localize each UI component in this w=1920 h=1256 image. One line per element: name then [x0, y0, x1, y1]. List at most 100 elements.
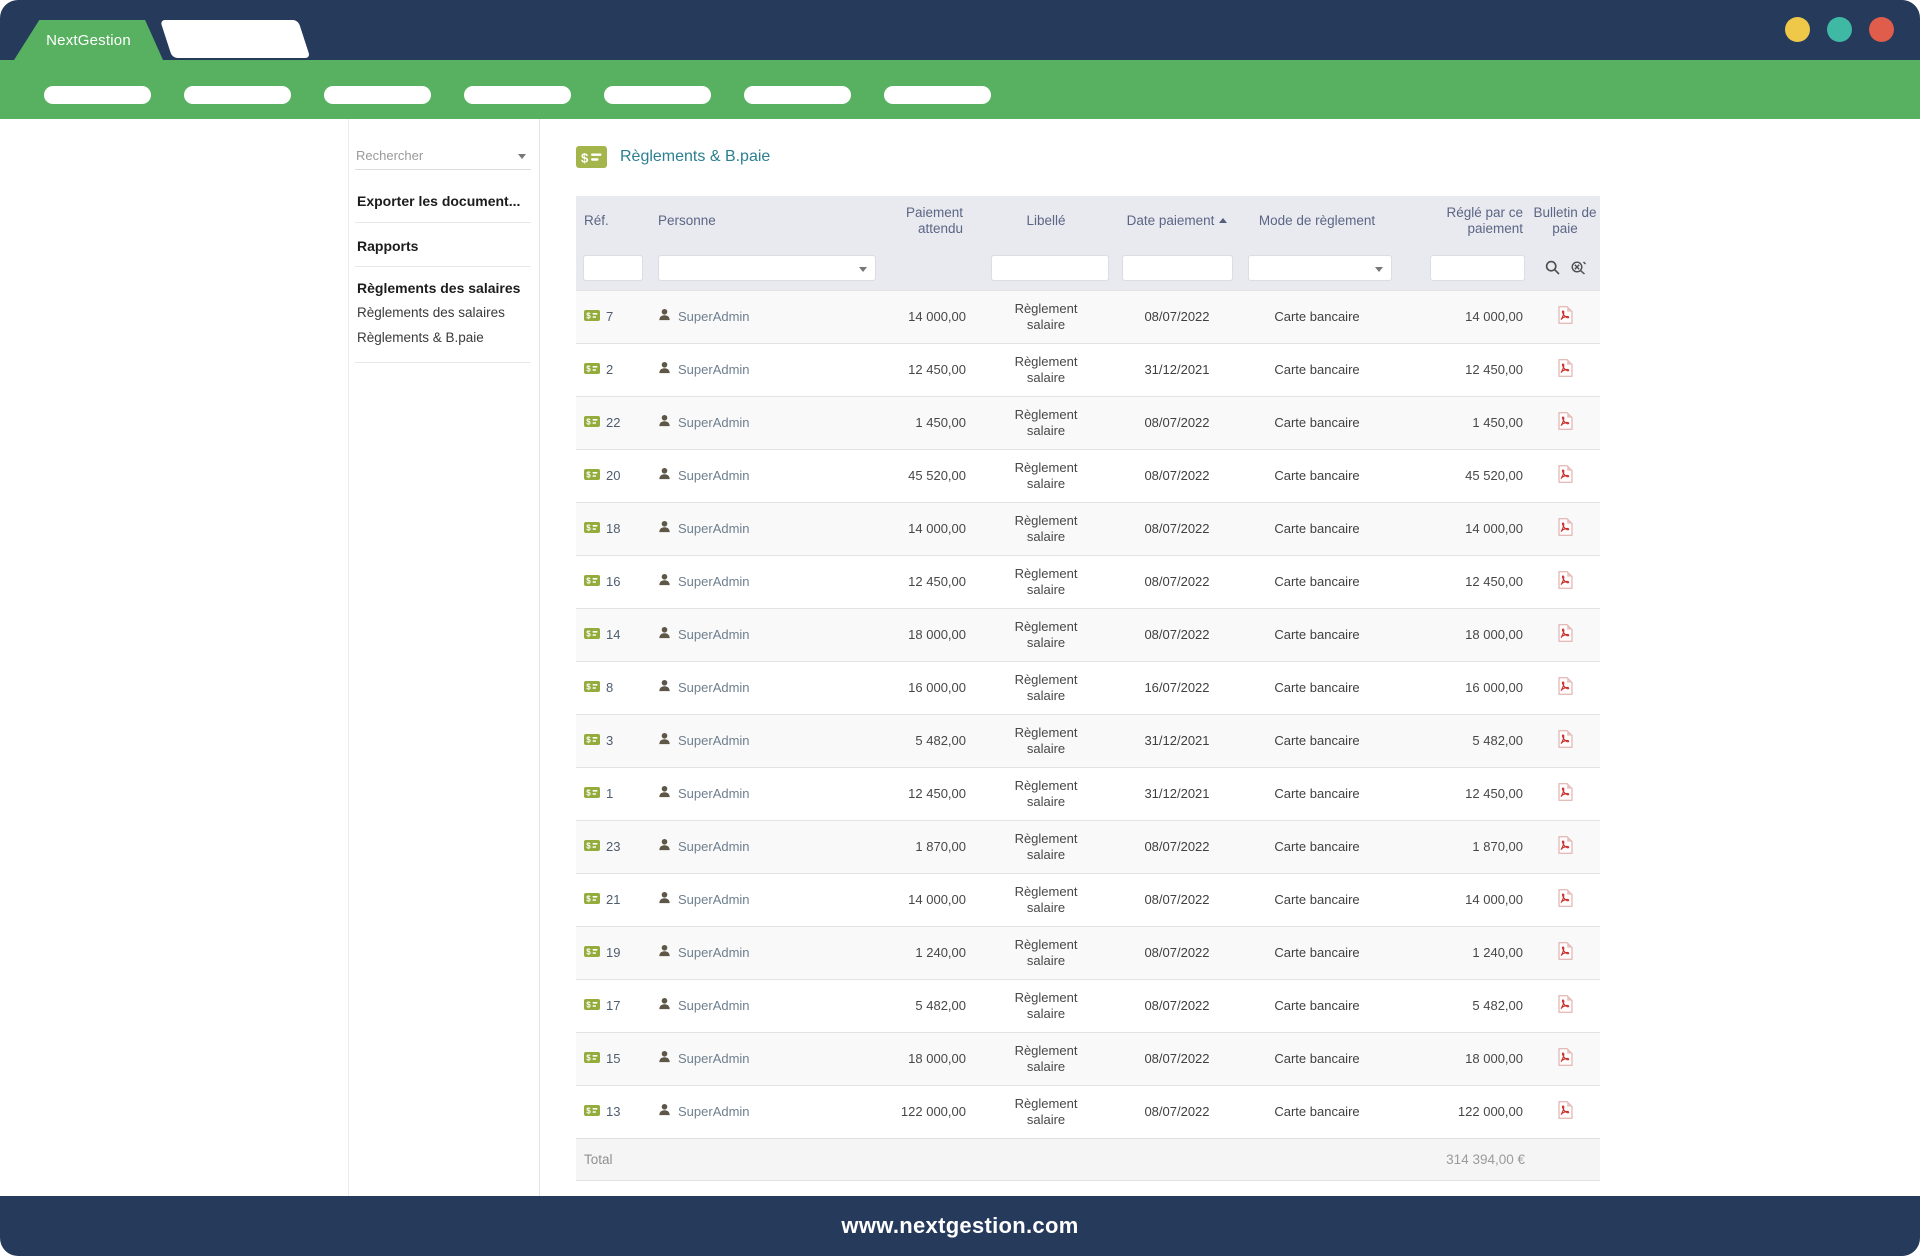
filter-date-input[interactable]	[1122, 255, 1233, 281]
filter-ref-input[interactable]	[583, 255, 643, 281]
nav-item-placeholder[interactable]	[744, 86, 851, 104]
person-name[interactable]: SuperAdmin	[678, 415, 750, 431]
window-dot-teal[interactable]	[1827, 17, 1852, 42]
pdf-file-icon[interactable]	[1558, 730, 1573, 748]
ref-value[interactable]: 18	[606, 521, 620, 537]
col-regle-paiement[interactable]: Réglé par ce paiement	[1396, 205, 1530, 237]
person-name[interactable]: SuperAdmin	[678, 998, 750, 1014]
pdf-file-icon[interactable]	[1558, 518, 1573, 536]
window-dot-yellow[interactable]	[1785, 17, 1810, 42]
table-row[interactable]: $ 16 SuperAdmin 12 450,00 Règlement sala…	[576, 555, 1600, 608]
person-name[interactable]: SuperAdmin	[678, 309, 750, 325]
ref-value[interactable]: 15	[606, 1051, 620, 1067]
ref-value[interactable]: 8	[606, 680, 613, 696]
col-ref[interactable]: Réf.	[576, 213, 652, 229]
table-row[interactable]: $ 18 SuperAdmin 14 000,00 Règlement sala…	[576, 502, 1600, 555]
ref-value[interactable]: 21	[606, 892, 620, 908]
ref-value[interactable]: 7	[606, 309, 613, 325]
filter-regle-input[interactable]	[1430, 255, 1525, 281]
pdf-file-icon[interactable]	[1558, 677, 1573, 695]
person-name[interactable]: SuperAdmin	[678, 892, 750, 908]
table-row[interactable]: $ 13 SuperAdmin 122 000,00 Règlement sal…	[576, 1085, 1600, 1138]
person-name[interactable]: SuperAdmin	[678, 468, 750, 484]
ref-value[interactable]: 23	[606, 839, 620, 855]
table-row[interactable]: $ 23 SuperAdmin 1 870,00 Règlement salai…	[576, 820, 1600, 873]
ref-value[interactable]: 1	[606, 786, 613, 802]
sidebar-group-reglements[interactable]: Règlements des salaires	[355, 267, 531, 296]
person-name[interactable]: SuperAdmin	[678, 1104, 750, 1120]
nav-item-placeholder[interactable]	[184, 86, 291, 104]
table-row[interactable]: $ 14 SuperAdmin 18 000,00 Règlement sala…	[576, 608, 1600, 661]
search-input[interactable]: Rechercher	[355, 145, 531, 170]
person-name[interactable]: SuperAdmin	[678, 627, 750, 643]
table-row[interactable]: $ 3 SuperAdmin 5 482,00 Règlement salair…	[576, 714, 1600, 767]
table-row[interactable]: $ 21 SuperAdmin 14 000,00 Règlement sala…	[576, 873, 1600, 926]
ref-value[interactable]: 20	[606, 468, 620, 484]
pdf-file-icon[interactable]	[1558, 624, 1573, 642]
person-name[interactable]: SuperAdmin	[678, 786, 750, 802]
nav-item-placeholder[interactable]	[324, 86, 431, 104]
person-name[interactable]: SuperAdmin	[678, 1051, 750, 1067]
table-row[interactable]: $ 2 SuperAdmin 12 450,00 Règlement salai…	[576, 343, 1600, 396]
sidebar-item-reglements-bpaie[interactable]: Règlements & B.paie	[355, 329, 531, 346]
col-date-paiement[interactable]: Date paiement	[1116, 213, 1238, 229]
table-row[interactable]: $ 19 SuperAdmin 1 240,00 Règlement salai…	[576, 926, 1600, 979]
sidebar-item-rapports[interactable]: Rapports	[355, 223, 531, 266]
search-icon[interactable]	[1545, 260, 1560, 275]
pdf-file-icon[interactable]	[1558, 306, 1573, 324]
pdf-file-icon[interactable]	[1558, 942, 1573, 960]
ref-value[interactable]: 2	[606, 362, 613, 378]
secondary-tab[interactable]	[160, 20, 310, 58]
col-personne[interactable]: Personne	[652, 213, 876, 229]
person-name[interactable]: SuperAdmin	[678, 945, 750, 961]
table-row[interactable]: $ 7 SuperAdmin 14 000,00 Règlement salai…	[576, 290, 1600, 343]
sidebar-item-exporter[interactable]: Exporter les document...	[355, 170, 531, 222]
total-row: Total 314 394,00 €	[576, 1138, 1600, 1181]
pdf-file-icon[interactable]	[1558, 889, 1573, 907]
pdf-file-icon[interactable]	[1558, 412, 1573, 430]
ref-value[interactable]: 19	[606, 945, 620, 961]
pdf-file-icon[interactable]	[1558, 995, 1573, 1013]
ref-value[interactable]: 16	[606, 574, 620, 590]
nav-item-placeholder[interactable]	[604, 86, 711, 104]
brand-tab[interactable]: NextGestion	[14, 20, 163, 60]
table-row[interactable]: $ 1 SuperAdmin 12 450,00 Règlement salai…	[576, 767, 1600, 820]
col-mode-reglement[interactable]: Mode de règlement	[1238, 213, 1396, 229]
paid-amount: 5 482,00	[1396, 733, 1530, 749]
window-dot-red[interactable]	[1869, 17, 1894, 42]
person-name[interactable]: SuperAdmin	[678, 680, 750, 696]
col-paiement-attendu[interactable]: Paiement attendu	[876, 205, 976, 237]
person-name[interactable]: SuperAdmin	[678, 362, 750, 378]
filter-libelle-input[interactable]	[991, 255, 1109, 281]
filter-personne-select[interactable]	[658, 255, 876, 281]
nav-item-placeholder[interactable]	[884, 86, 991, 104]
nav-item-placeholder[interactable]	[464, 86, 571, 104]
col-libelle[interactable]: Libellé	[976, 213, 1116, 229]
pdf-file-icon[interactable]	[1558, 1101, 1573, 1119]
table-row[interactable]: $ 20 SuperAdmin 45 520,00 Règlement sala…	[576, 449, 1600, 502]
person-name[interactable]: SuperAdmin	[678, 839, 750, 855]
person-name[interactable]: SuperAdmin	[678, 521, 750, 537]
ref-value[interactable]: 22	[606, 415, 620, 431]
pdf-file-icon[interactable]	[1558, 1048, 1573, 1066]
table-row[interactable]: $ 8 SuperAdmin 16 000,00 Règlement salai…	[576, 661, 1600, 714]
table-row[interactable]: $ 22 SuperAdmin 1 450,00 Règlement salai…	[576, 396, 1600, 449]
pdf-file-icon[interactable]	[1558, 465, 1573, 483]
ref-value[interactable]: 13	[606, 1104, 620, 1120]
pdf-file-icon[interactable]	[1558, 836, 1573, 854]
pdf-file-icon[interactable]	[1558, 783, 1573, 801]
person-name[interactable]: SuperAdmin	[678, 733, 750, 749]
table-row[interactable]: $ 17 SuperAdmin 5 482,00 Règlement salai…	[576, 979, 1600, 1032]
pdf-file-icon[interactable]	[1558, 359, 1573, 377]
pdf-file-icon[interactable]	[1558, 571, 1573, 589]
ref-value[interactable]: 3	[606, 733, 613, 749]
ref-value[interactable]: 17	[606, 998, 620, 1014]
sidebar-item-reglements-salaires[interactable]: Règlements des salaires	[355, 304, 531, 321]
person-name[interactable]: SuperAdmin	[678, 574, 750, 590]
search-off-icon[interactable]	[1570, 260, 1586, 275]
table-row[interactable]: $ 15 SuperAdmin 18 000,00 Règlement sala…	[576, 1032, 1600, 1085]
footer-url[interactable]: www.nextgestion.com	[841, 1213, 1078, 1239]
ref-value[interactable]: 14	[606, 627, 620, 643]
filter-mode-select[interactable]	[1248, 255, 1392, 281]
nav-item-placeholder[interactable]	[44, 86, 151, 104]
